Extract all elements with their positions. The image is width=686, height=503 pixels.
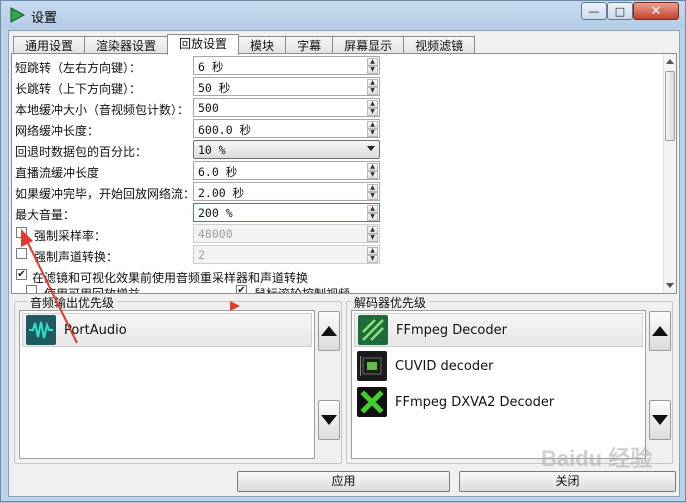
tab-playback[interactable]: 回放设置	[167, 34, 240, 55]
settings-window: 设置 — □ ✕ 通用设置 渲染器设置 回放设置 模块 字幕 屏幕显示 视频滤镜…	[0, 0, 686, 502]
annotation-arrow	[21, 229, 240, 344]
